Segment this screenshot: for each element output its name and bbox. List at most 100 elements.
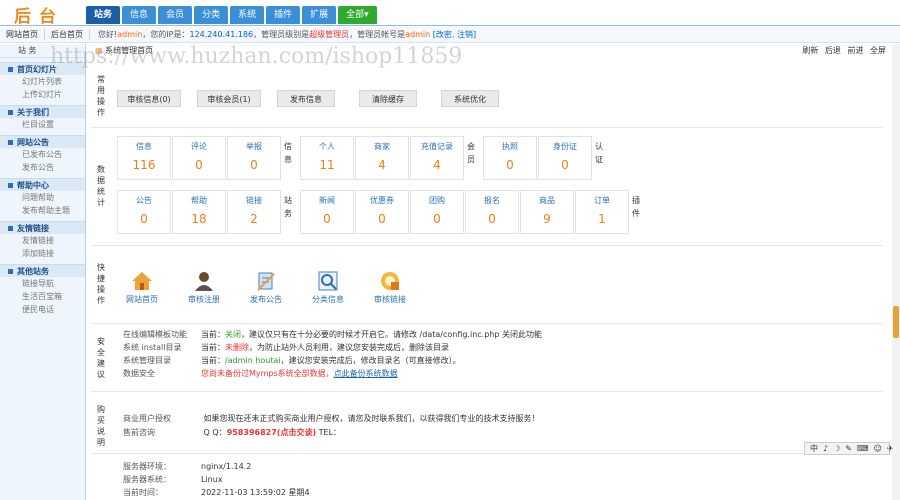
- nav-tab-1[interactable]: 信息: [122, 6, 157, 24]
- security-status: 您尚未备份过Mymps系统全部数据，: [201, 369, 334, 378]
- security-prefix: 当前：: [201, 343, 225, 352]
- sidebar-group-head[interactable]: 首页幻灯片: [0, 62, 85, 75]
- quick-item-label: 分类信息: [312, 295, 344, 304]
- stat-box[interactable]: 执照 0: [483, 136, 537, 180]
- stats-label: 数据统计: [97, 165, 105, 207]
- sidebar-item[interactable]: 发布公告: [0, 161, 85, 174]
- forward-button[interactable]: 前进: [847, 46, 863, 55]
- backup-link[interactable]: 点此备份系统数据: [334, 369, 398, 378]
- ime-tool-icon[interactable]: ☺: [874, 444, 882, 453]
- sidebar-group-label: 友情链接: [17, 224, 49, 233]
- purchase-label: 购买说明: [97, 405, 105, 447]
- nav-tab-6[interactable]: 扩展: [302, 6, 337, 24]
- welcome-prefix: 您好!: [98, 30, 118, 39]
- square-bullet-icon: [8, 140, 13, 145]
- stat-box[interactable]: 身份证 0: [538, 136, 592, 180]
- logout-link[interactable]: 注销]: [457, 30, 476, 39]
- stat-box[interactable]: 信息 116: [117, 136, 171, 180]
- review-member-button[interactable]: 审核会员(1): [197, 90, 261, 107]
- sidebar-group-head[interactable]: 友情链接: [0, 221, 85, 234]
- nav-tab-3[interactable]: 分类: [194, 6, 229, 24]
- ime-tool-icon[interactable]: ☽: [833, 444, 840, 453]
- server-row: 服务器环境： nginx/1.14.2: [123, 460, 251, 473]
- sidebar-group-label: 其他站务: [17, 267, 49, 276]
- site-home-link[interactable]: 网站首页: [0, 29, 45, 40]
- stat-label: 团购: [429, 196, 445, 205]
- sidebar-group-head[interactable]: 关于我们: [0, 105, 85, 118]
- stat-box[interactable]: 帮助 18: [172, 190, 226, 234]
- stat-value: 0: [250, 158, 258, 172]
- ime-tool-icon[interactable]: ⌨: [857, 444, 869, 453]
- review-info-button[interactable]: 审核信息(0): [117, 90, 181, 107]
- purchase-row-license: 商业用户授权 如果您现在还未正式购买商业用户授权，请您及时联系我们，以获得我们专…: [123, 412, 540, 425]
- ime-tool-icon[interactable]: ✎: [845, 444, 852, 453]
- stat-box[interactable]: 商品 9: [520, 190, 574, 234]
- sidebar-item[interactable]: 问题帮助: [0, 191, 85, 204]
- stat-box[interactable]: 订单 1: [575, 190, 629, 234]
- qq-link[interactable]: 958396827(点击交谈): [227, 428, 316, 437]
- sidebar-item[interactable]: 上传幻灯片: [0, 88, 85, 101]
- security-key: 数据安全: [123, 369, 155, 378]
- sidebar-item[interactable]: 便民电话: [0, 303, 85, 316]
- nav-tab-0[interactable]: 站务: [86, 6, 121, 24]
- sidebar-item[interactable]: 发布帮助主题: [0, 204, 85, 217]
- security-row: 数据安全 您尚未备份过Mymps系统全部数据，点此备份系统数据: [123, 367, 398, 380]
- nav-tab-4[interactable]: 系统: [230, 6, 265, 24]
- home-icon: ▦: [95, 46, 103, 55]
- optimize-system-button[interactable]: 系统优化: [441, 90, 499, 107]
- sidebar-group-head[interactable]: 其他站务: [0, 264, 85, 277]
- main-tools: 刷新 后退 前进 全屏: [798, 44, 886, 58]
- sidebar-item[interactable]: 栏目设置: [0, 118, 85, 131]
- stat-box[interactable]: 充值记录 4: [410, 136, 464, 180]
- sidebar-item[interactable]: 已发布公告: [0, 148, 85, 161]
- sidebar-group-head[interactable]: 帮助中心: [0, 178, 85, 191]
- stat-box[interactable]: 评论 0: [172, 136, 226, 180]
- sidebar-item[interactable]: 幻灯片列表: [0, 75, 85, 88]
- stat-box[interactable]: 新闻 0: [300, 190, 354, 234]
- stat-label: 商家: [374, 142, 390, 151]
- sidebar-item[interactable]: 生活百宝箱: [0, 290, 85, 303]
- stat-box[interactable]: 举报 0: [227, 136, 281, 180]
- nav-tab-5[interactable]: 插件: [266, 6, 301, 24]
- sidebar-item[interactable]: 友情链接: [0, 234, 85, 247]
- quick-item[interactable]: 审核链接: [365, 270, 415, 305]
- sidebar-group-head[interactable]: 网站公告: [0, 135, 85, 148]
- page-scrollbar[interactable]: [892, 44, 900, 500]
- common-ops-section: 常用操作 审核信息(0) 审核会员(1) 发布信息 清除缓存 系统优化: [91, 72, 883, 128]
- ime-tool-icon[interactable]: ✈: [887, 444, 894, 453]
- clear-cache-button[interactable]: 清除缓存: [359, 90, 417, 107]
- stat-box[interactable]: 链接 2: [227, 190, 281, 234]
- change-password-link[interactable]: [改密: [433, 30, 452, 39]
- stat-box[interactable]: 商家 4: [355, 136, 409, 180]
- security-row: 系统管理目录 当前：/admin houtai，建议您安装完成后，修改目录名（可直…: [123, 354, 461, 367]
- stat-box[interactable]: 个人 11: [300, 136, 354, 180]
- user-name: admin: [117, 30, 143, 39]
- fullscreen-button[interactable]: 全屏: [870, 46, 886, 55]
- stat-value: 2: [250, 212, 258, 226]
- back-button[interactable]: 后退: [825, 46, 841, 55]
- stat-group-label: 认证: [595, 142, 603, 164]
- scrollbar-thumb[interactable]: [893, 306, 899, 338]
- quick-item[interactable]: 发布公告: [241, 270, 291, 305]
- stat-box[interactable]: 团购 0: [410, 190, 464, 234]
- sidebar-item[interactable]: 链接导航: [0, 277, 85, 290]
- stat-box[interactable]: 优惠券 0: [355, 190, 409, 234]
- nav-tab-7[interactable]: 全部▾: [338, 6, 377, 24]
- sidebar-item[interactable]: 添加链接: [0, 247, 85, 260]
- refresh-button[interactable]: 刷新: [802, 46, 818, 55]
- stat-box[interactable]: 公告 0: [117, 190, 171, 234]
- quick-item[interactable]: 审核注册: [179, 270, 229, 305]
- quick-item[interactable]: 分类信息: [303, 270, 353, 305]
- ime-tool-icon[interactable]: ♪: [823, 444, 828, 453]
- stat-box[interactable]: 报名 0: [465, 190, 519, 234]
- nav-tab-2[interactable]: 会员: [158, 6, 193, 24]
- ime-tool-icon[interactable]: 中: [810, 443, 818, 454]
- qq-label: Q Q：: [203, 428, 227, 437]
- stat-value: 9: [543, 212, 551, 226]
- user-icon: [193, 270, 215, 292]
- admin-home-link[interactable]: 后台首页: [45, 29, 90, 40]
- quick-item[interactable]: 网站首页: [117, 270, 167, 305]
- stat-value: 0: [433, 212, 441, 226]
- stat-value: 18: [191, 212, 207, 226]
- publish-info-button[interactable]: 发布信息: [277, 90, 335, 107]
